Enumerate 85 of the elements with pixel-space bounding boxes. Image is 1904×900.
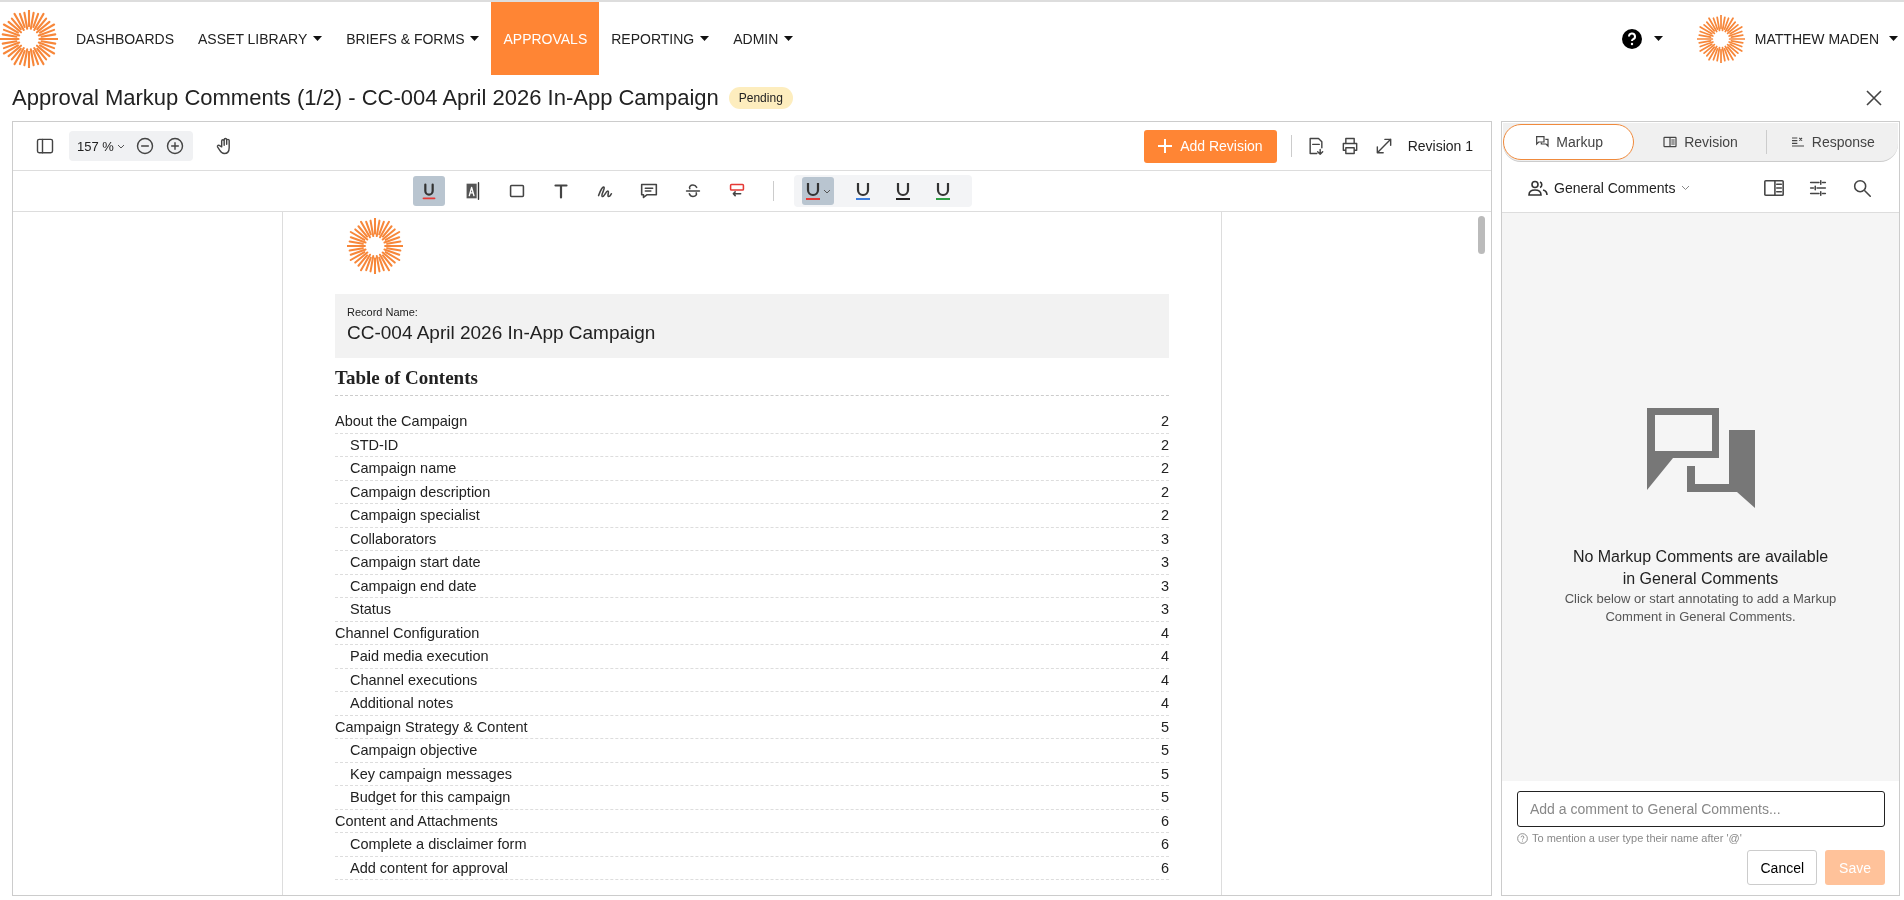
underline-color-option[interactable] <box>801 177 834 205</box>
help-icon <box>1517 832 1528 844</box>
close-icon[interactable] <box>1866 90 1882 106</box>
record-name: CC-004 April 2026 In-App Campaign <box>347 322 657 344</box>
page-number: 4 <box>1160 648 1169 665</box>
toc-entry: Campaign Strategy & Content <box>335 718 528 735</box>
scrollbar[interactable] <box>1478 216 1485 254</box>
page-number: 2 <box>1160 507 1169 524</box>
cancel-button[interactable]: Cancel <box>1747 850 1818 885</box>
page-number: 2 <box>1160 436 1169 453</box>
panel-tab[interactable]: Revision <box>1634 124 1766 160</box>
page-number: 6 <box>1160 859 1169 876</box>
logo <box>0 9 58 68</box>
panel-tab[interactable]: Markup <box>1503 124 1635 160</box>
page-number: 6 <box>1160 836 1169 853</box>
toc-entry: Campaign description <box>350 483 491 500</box>
toc-entry: Collaborators <box>350 530 437 547</box>
page-number: 4 <box>1160 695 1169 712</box>
page-number: 5 <box>1160 718 1169 735</box>
page-number: 3 <box>1160 577 1169 594</box>
annotation-tool[interactable] <box>412 176 445 206</box>
chevron-icon <box>1681 184 1691 191</box>
user-name[interactable]: MATTHEW MADEN <box>1754 30 1879 47</box>
nav-item[interactable]: ASSET LIBRARY <box>186 2 335 75</box>
revision-label: Revision 1 <box>1407 138 1474 154</box>
toc-entry: Campaign objective <box>350 742 478 759</box>
page-number: 4 <box>1160 624 1169 641</box>
document-logo <box>347 218 403 274</box>
chevron-icon <box>822 188 831 194</box>
caret-icon <box>1889 36 1898 41</box>
page-number: 5 <box>1160 765 1169 782</box>
page-title: Approval Markup Comments (1/2) - CC-004 April 2026 In-App Campaign <box>12 85 719 111</box>
empty-message: Click below or start annotating to add a Markup Comment in General Comments. <box>1563 590 1838 626</box>
toc-entry: Campaign name <box>350 460 457 477</box>
nav-item[interactable]: DASHBOARDS <box>64 2 187 75</box>
page-number: 4 <box>1160 671 1169 688</box>
toc-entry: Content and Attachments <box>335 812 498 829</box>
toc-entry: Key campaign messages <box>350 765 512 782</box>
chat-icon <box>1534 134 1551 150</box>
list-check-icon <box>1789 134 1806 150</box>
toc-entry: About the Campaign <box>335 413 468 430</box>
zoom-out-icon[interactable] <box>134 136 155 156</box>
empty-title: No Markup Comments are available in General Comments <box>1571 547 1830 589</box>
toc-entry: Complete a disclaimer form <box>350 836 527 853</box>
toc-entry: Add content for approval <box>350 859 508 876</box>
page-number: 3 <box>1160 554 1169 571</box>
caret-icon <box>1653 36 1663 41</box>
page-number: 5 <box>1160 742 1169 759</box>
zoom-in-icon[interactable] <box>164 136 185 156</box>
nav-item[interactable]: ADMIN <box>721 2 806 75</box>
chat-bubbles-icon <box>1646 408 1755 508</box>
page-number: 3 <box>1160 601 1169 618</box>
zoom-level[interactable]: 157 % <box>77 138 125 154</box>
people-icon <box>1528 179 1548 196</box>
help-icon[interactable] <box>1621 28 1642 49</box>
toc-entry: Additional notes <box>350 695 454 712</box>
page-number: 5 <box>1160 789 1169 806</box>
plus-icon <box>1158 139 1173 153</box>
page-number: 2 <box>1160 460 1169 477</box>
page-number: 6 <box>1160 812 1169 829</box>
comment-filter[interactable]: General Comments <box>1528 179 1691 196</box>
toc-entry: Campaign specialist <box>350 507 480 524</box>
page-number: 2 <box>1160 413 1169 430</box>
toc-entry: Budget for this campaign <box>350 789 511 806</box>
avatar <box>1696 14 1745 63</box>
sidebar-toggle-icon[interactable] <box>35 136 55 156</box>
toc-entry: Campaign end date <box>350 577 477 594</box>
nav-item[interactable]: REPORTING <box>599 2 722 75</box>
mention-hint: To mention a user type their name after '@' <box>1532 832 1742 844</box>
page-number: 2 <box>1160 483 1169 500</box>
toc-entry: Channel executions <box>350 671 478 688</box>
toc-entry: STD-ID <box>350 436 399 453</box>
panel-icon <box>1662 134 1679 150</box>
nav-item[interactable]: BRIEFS & FORMS <box>334 2 492 75</box>
toc-entry: Campaign start date <box>350 554 481 571</box>
page-number: 3 <box>1160 530 1169 547</box>
record-label: Record Name: <box>347 306 419 318</box>
toc-title: Table of Contents <box>335 358 1169 396</box>
chevron-icon <box>116 143 125 149</box>
comment-field[interactable]: Add a comment to General Comments... <box>1517 791 1885 827</box>
toc-entry: Channel Configuration <box>335 624 480 641</box>
toc-entry: Paid media execution <box>350 648 489 665</box>
panel-tab[interactable]: Response <box>1766 124 1898 160</box>
status-badge: Pending <box>728 87 793 109</box>
toc-entry: Status <box>350 601 392 618</box>
